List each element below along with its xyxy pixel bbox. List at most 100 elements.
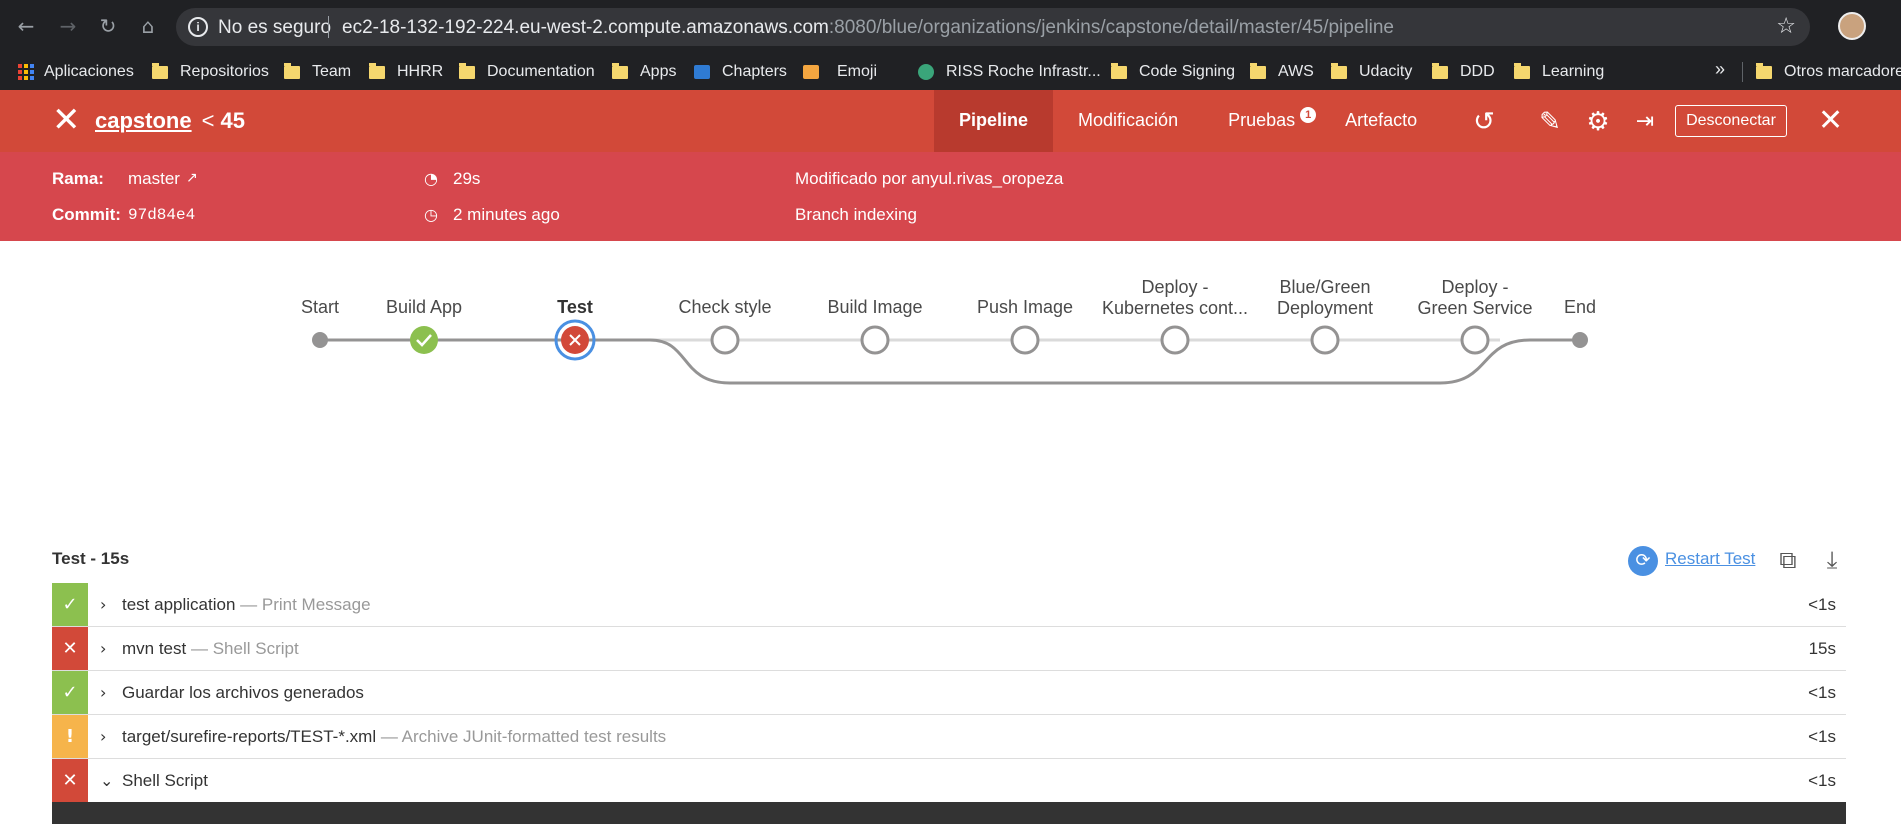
exit-classic-icon[interactable]: ⇥ bbox=[1631, 108, 1659, 136]
stage-node-deploy-k8s[interactable] bbox=[1160, 325, 1190, 355]
step-duration: <1s bbox=[1808, 771, 1836, 790]
bookmark-other[interactable]: Otros marcadores bbox=[1756, 61, 1901, 83]
tab-changes[interactable]: Modificación bbox=[1053, 90, 1203, 152]
bookmark-label: Repositorios bbox=[180, 63, 269, 80]
reload-icon[interactable]: ↻ bbox=[96, 14, 120, 38]
bookmark-hhrr[interactable]: HHRR bbox=[369, 61, 443, 83]
folder-icon bbox=[152, 62, 168, 79]
back-arrow-icon[interactable]: ← bbox=[14, 14, 38, 38]
bookmark-label: HHRR bbox=[397, 63, 444, 80]
failure-status-icon: ✕ bbox=[52, 627, 88, 670]
branch-value[interactable]: master bbox=[128, 169, 180, 189]
clock-icon: ◷ bbox=[424, 205, 438, 224]
more-bookmarks-chevron[interactable]: » bbox=[1715, 59, 1725, 80]
stage-node-push-image[interactable] bbox=[1010, 325, 1040, 355]
bookmark-chapters[interactable]: Chapters bbox=[694, 61, 787, 83]
chevron-right-icon[interactable]: › bbox=[100, 715, 106, 758]
profile-avatar[interactable] bbox=[1838, 12, 1866, 40]
step-row[interactable]: ✓ › test application — Print Message <1s bbox=[52, 583, 1846, 627]
restart-stage-link[interactable]: Restart Test bbox=[1665, 549, 1755, 569]
folder-icon bbox=[459, 62, 475, 79]
bookmark-label: Code Signing bbox=[1139, 63, 1236, 80]
bookmark-learning[interactable]: Learning bbox=[1514, 61, 1604, 83]
restart-icon[interactable]: ⟳ bbox=[1628, 546, 1658, 576]
log-output-panel bbox=[52, 802, 1846, 824]
close-icon[interactable]: ✕ bbox=[1818, 104, 1843, 138]
bookmark-code-signing[interactable]: Code Signing bbox=[1111, 61, 1235, 83]
folder-icon bbox=[1432, 62, 1448, 79]
download-icon[interactable]: ⤓ bbox=[1818, 546, 1846, 574]
step-duration: <1s bbox=[1808, 595, 1836, 614]
step-description: — Shell Script bbox=[190, 639, 299, 658]
stage-node-blue-green[interactable] bbox=[1310, 325, 1340, 355]
success-status-icon: ✓ bbox=[52, 583, 88, 626]
bookmark-aws[interactable]: AWS bbox=[1250, 61, 1314, 83]
bookmark-riss[interactable]: RISS Roche Infrastr... bbox=[918, 61, 1101, 83]
bookmark-label: Chapters bbox=[722, 63, 787, 80]
pipeline-graph-svg bbox=[312, 319, 1588, 385]
step-row[interactable]: ✓ › Guardar los archivos generados <1s bbox=[52, 671, 1846, 715]
tab-pipeline[interactable]: Pipeline bbox=[934, 90, 1054, 152]
chevron-right-icon[interactable]: › bbox=[100, 671, 106, 714]
open-external-icon[interactable]: ⧉ bbox=[1774, 546, 1802, 574]
build-cause: Branch indexing bbox=[795, 205, 917, 224]
bookmark-apps-folder[interactable]: Apps bbox=[612, 61, 676, 83]
stage-label-end: End bbox=[1563, 297, 1597, 317]
bookmark-ddd[interactable]: DDD bbox=[1432, 61, 1495, 83]
bookmark-repositorios[interactable]: Repositorios bbox=[152, 61, 269, 83]
step-duration: 15s bbox=[1808, 639, 1836, 658]
pipeline-name-link[interactable]: capstone bbox=[95, 108, 192, 133]
chevron-right-icon[interactable]: › bbox=[100, 627, 106, 670]
duration-value: 29s bbox=[453, 169, 481, 188]
folder-icon bbox=[1756, 62, 1772, 79]
forward-arrow-icon[interactable]: → bbox=[56, 14, 80, 38]
stage-label-build-app: Build App bbox=[385, 297, 463, 317]
folder-icon bbox=[369, 62, 385, 79]
bookmark-team[interactable]: Team bbox=[284, 61, 351, 83]
logout-button[interactable]: Desconectar bbox=[1675, 105, 1787, 137]
stage-node-build-image[interactable] bbox=[860, 325, 890, 355]
step-name: mvn test bbox=[122, 639, 187, 658]
stage-label-check-style: Check style bbox=[678, 297, 772, 317]
bookmark-documentation[interactable]: Documentation bbox=[459, 61, 595, 83]
folder-icon bbox=[1250, 62, 1266, 79]
bookmarks-bar: Aplicaciones Repositorios Team HHRR Docu… bbox=[0, 53, 1901, 90]
tab-artifacts[interactable]: Artefacto bbox=[1320, 90, 1442, 152]
address-bar[interactable]: i No es seguro ec2-18-132-192-224.eu-wes… bbox=[176, 8, 1810, 46]
gear-icon[interactable]: ⚙ bbox=[1584, 108, 1612, 136]
step-row[interactable]: ✕ › mvn test — Shell Script 15s bbox=[52, 627, 1846, 671]
step-row[interactable]: ! › target/surefire-reports/TEST-*.xml —… bbox=[52, 715, 1846, 759]
success-status-icon: ✓ bbox=[52, 671, 88, 714]
bookmark-label: AWS bbox=[1278, 63, 1314, 80]
chevron-right-icon[interactable]: › bbox=[100, 583, 106, 626]
run-tabs: Pipeline Modificación Pruebas 1 Artefacto bbox=[934, 90, 1442, 152]
commit-label: Commit: bbox=[52, 205, 121, 224]
omnibox-divider bbox=[328, 16, 329, 38]
bookmarks-divider bbox=[1742, 62, 1743, 82]
step-duration: <1s bbox=[1808, 727, 1836, 746]
info-icon[interactable]: i bbox=[188, 17, 208, 37]
step-duration: <1s bbox=[1808, 683, 1836, 702]
home-icon[interactable]: ⌂ bbox=[136, 14, 160, 38]
unstable-status-icon: ! bbox=[52, 715, 88, 758]
close-icon[interactable]: ✕ bbox=[52, 103, 81, 137]
tab-tests[interactable]: Pruebas 1 bbox=[1203, 90, 1320, 152]
bookmark-label: Aplicaciones bbox=[44, 63, 134, 80]
step-row[interactable]: ✕ ⌄ Shell Script <1s bbox=[52, 759, 1846, 803]
external-link-icon[interactable]: ↗ bbox=[186, 170, 198, 186]
bookmark-star-icon[interactable]: ☆ bbox=[1776, 14, 1796, 39]
url-text[interactable]: ec2-18-132-192-224.eu-west-2.compute.ama… bbox=[342, 17, 1394, 39]
bookmark-apps[interactable]: Aplicaciones bbox=[18, 61, 134, 83]
step-description: — Print Message bbox=[240, 595, 371, 614]
duration-icon: ◔ bbox=[424, 169, 438, 188]
stage-node-check-style[interactable] bbox=[710, 325, 740, 355]
stage-node-deploy-green[interactable] bbox=[1460, 325, 1490, 355]
edit-pencil-icon[interactable]: ✎ bbox=[1536, 108, 1564, 136]
stage-node-build-app[interactable] bbox=[410, 326, 438, 354]
step-title: test application — Print Message bbox=[122, 583, 371, 626]
bookmark-emoji[interactable]: Emoji bbox=[803, 61, 877, 83]
commit-value: 97d84e4 bbox=[128, 206, 196, 224]
bookmark-udacity[interactable]: Udacity bbox=[1331, 61, 1412, 83]
rerun-icon[interactable]: ↺ bbox=[1470, 108, 1498, 136]
chevron-down-icon[interactable]: ⌄ bbox=[100, 759, 113, 802]
